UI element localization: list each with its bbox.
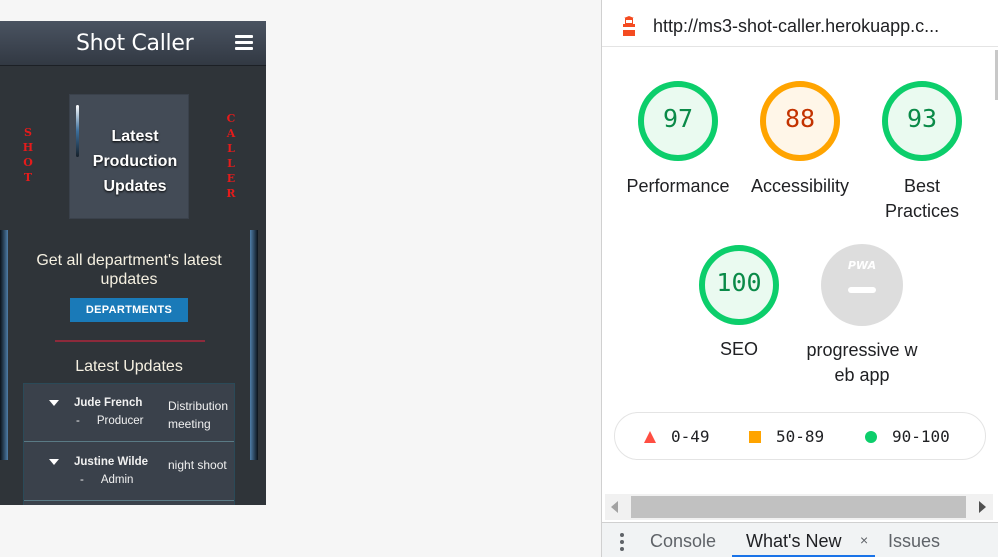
update-description: night shoot	[168, 458, 227, 472]
pwa-gauge[interactable]: PWA	[821, 244, 903, 326]
legend-item-fail: 0-49	[643, 427, 710, 446]
pwa-dash-icon	[848, 287, 876, 293]
horizontal-scrollbar[interactable]	[605, 494, 993, 520]
mobile-app-preview: Shot Caller SHOT CALLER Latest Productio…	[0, 21, 266, 505]
report-url[interactable]: http://ms3-shot-caller.herokuapp.c...	[653, 16, 983, 37]
scroll-right-arrow-icon[interactable]	[979, 501, 986, 513]
expand-caret-icon[interactable]	[49, 459, 59, 465]
report-url-bar: http://ms3-shot-caller.herokuapp.c...	[602, 7, 998, 47]
circle-icon	[865, 431, 877, 443]
update-role: - Producer	[76, 415, 144, 427]
score-label: Accessibility	[750, 176, 850, 196]
square-icon	[749, 431, 761, 443]
score-value: 88	[784, 104, 816, 133]
score-gauge-seo[interactable]: 100	[698, 244, 780, 326]
screen: Shot Caller SHOT CALLER Latest Productio…	[0, 0, 998, 557]
update-author: Jude French	[74, 397, 143, 409]
score-gauge-best-practices[interactable]: 93	[881, 80, 963, 162]
tab-issues[interactable]: Issues	[888, 531, 940, 552]
score-gauge-accessibility[interactable]: 88	[759, 80, 841, 162]
update-role: - Admin	[80, 474, 134, 486]
section-divider	[55, 340, 205, 342]
score-value: 100	[716, 268, 762, 297]
hamburger-menu-icon[interactable]	[235, 35, 253, 50]
score-legend: 0-49 50-89 90-100	[614, 412, 986, 460]
app-navbar: Shot Caller	[0, 21, 266, 66]
score-gauge-performance[interactable]: 97	[637, 80, 719, 162]
score-value: 97	[662, 104, 694, 133]
lighthouse-icon	[621, 16, 637, 36]
devtools-drawer: Console What's New × Issues	[602, 522, 998, 557]
intro-text: Get all department's latest updates	[36, 252, 222, 288]
side-text-shot: SHOT	[22, 126, 34, 184]
update-author: Justine Wilde	[74, 456, 149, 468]
tab-whats-new[interactable]: What's New	[746, 531, 841, 552]
departments-button[interactable]: DEPARTMENTS	[70, 298, 188, 322]
latest-updates-heading: Latest Updates	[75, 358, 183, 375]
app-title[interactable]: Shot Caller	[76, 31, 194, 56]
updates-list: Jude French - Producer Distribution meeti…	[23, 383, 235, 505]
tab-console[interactable]: Console	[650, 531, 716, 552]
score-label: Best Practices	[884, 176, 960, 221]
scrollbar-thumb[interactable]	[631, 496, 966, 518]
more-options-icon[interactable]	[620, 533, 624, 554]
decorative-bar-left	[0, 230, 8, 460]
pwa-badge-icon: PWA	[847, 259, 877, 272]
legend-item-pass: 90-100	[864, 427, 950, 446]
list-item[interactable]: Jude French - Producer Distribution meeti…	[24, 384, 234, 442]
devtools-panel: http://ms3-shot-caller.herokuapp.c... 97…	[601, 0, 998, 557]
triangle-icon	[644, 431, 656, 443]
score-value: 93	[906, 104, 938, 133]
score-label: SEO	[719, 339, 758, 359]
pwa-label: progressive web app	[806, 340, 918, 385]
update-description: Distribution meeting	[168, 399, 229, 431]
close-tab-icon[interactable]: ×	[860, 532, 868, 548]
list-item[interactable]: Justine Wilde - Admin night shoot	[24, 443, 234, 501]
score-label: Performance	[626, 176, 730, 196]
hero-card-title: Latest Production Updates	[92, 128, 178, 195]
legend-item-average: 50-89	[748, 427, 824, 446]
expand-caret-icon[interactable]	[49, 400, 59, 406]
hero-card: Latest Production Updates	[69, 94, 189, 219]
card-accent-bar	[76, 105, 79, 157]
decorative-bar-right	[250, 230, 258, 460]
side-text-caller: CALLER	[226, 112, 236, 200]
scroll-left-arrow-icon[interactable]	[611, 501, 618, 513]
